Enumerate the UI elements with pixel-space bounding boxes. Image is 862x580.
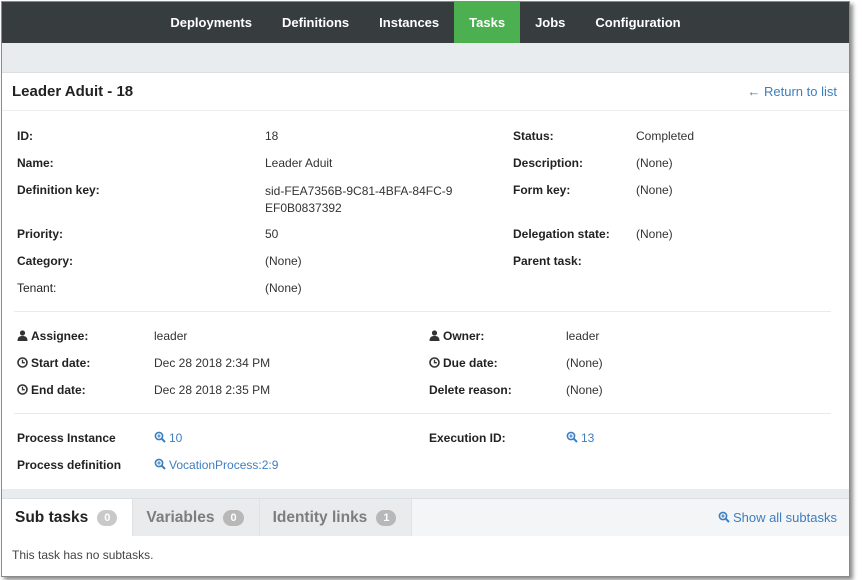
process-instance-link[interactable]: 10 <box>154 431 182 445</box>
count-badge: 0 <box>97 509 118 526</box>
priority-label: Priority: <box>17 227 64 241</box>
priority-value: 50 <box>265 227 279 241</box>
tab-identity-links[interactable]: Identity links 1 <box>259 499 413 536</box>
nav-deployments[interactable]: Deployments <box>155 2 267 43</box>
tenant-value: (None) <box>265 281 302 295</box>
delegation-state-value: (None) <box>636 227 673 241</box>
return-to-list-link[interactable]: ← Return to list <box>747 84 837 99</box>
due-date-label: Due date: <box>443 356 498 370</box>
show-all-subtasks-label: Show all subtasks <box>732 510 837 525</box>
nav-tasks[interactable]: Tasks <box>454 2 521 43</box>
assignee-value: leader <box>154 329 188 343</box>
tab-content: This task has no subtasks. <box>2 536 849 576</box>
task-details-card: Leader Aduit - 18 ← Return to list ID: 1… <box>2 72 849 489</box>
count-badge: 0 <box>223 509 244 526</box>
owner-value: leader <box>566 329 600 343</box>
clock-icon <box>17 357 28 371</box>
delete-reason-label: Delete reason: <box>429 383 512 397</box>
top-navigation: Deployments Definitions Instances Tasks … <box>2 2 849 43</box>
owner-label: Owner: <box>443 329 485 343</box>
definition-key-value: sid-FEA7356B-9C81-4BFA-84FC-9EF0B0837392 <box>265 184 453 215</box>
parent-task-label: Parent task: <box>513 254 582 268</box>
description-value: (None) <box>636 156 673 170</box>
definition-key-label: Definition key: <box>17 183 100 197</box>
zoom-icon <box>718 511 730 526</box>
tab-label: Variables <box>146 508 215 526</box>
start-date-label: Start date: <box>31 356 91 370</box>
clock-icon <box>429 357 440 371</box>
show-all-subtasks-link[interactable]: Show all subtasks <box>718 510 837 526</box>
zoom-icon <box>566 431 578 446</box>
end-date-label: End date: <box>31 383 86 397</box>
process-instance-value: 10 <box>169 431 183 445</box>
due-date-value: (None) <box>566 356 603 370</box>
delegation-state-label: Delegation state: <box>513 227 610 241</box>
execution-id-value: 13 <box>581 431 595 445</box>
process-definition-label: Process definition <box>17 458 122 472</box>
form-key-label: Form key: <box>513 183 571 197</box>
nav-instances[interactable]: Instances <box>364 2 454 43</box>
status-label: Status: <box>513 129 554 143</box>
tenant-label: Tenant: <box>17 281 57 295</box>
nav-definitions[interactable]: Definitions <box>267 2 364 43</box>
tab-variables[interactable]: Variables 0 <box>133 499 260 536</box>
nav-configuration[interactable]: Configuration <box>580 2 695 43</box>
nav-jobs[interactable]: Jobs <box>520 2 580 43</box>
id-value: 18 <box>265 129 279 143</box>
clock-icon <box>17 384 28 398</box>
tab-sub-tasks[interactable]: Sub tasks 0 <box>2 499 134 536</box>
process-instance-label: Process Instance <box>17 431 116 445</box>
section-divider <box>14 311 831 312</box>
zoom-icon <box>154 431 166 446</box>
category-label: Category: <box>17 254 74 268</box>
delete-reason-value: (None) <box>566 383 603 397</box>
user-icon <box>17 330 28 344</box>
execution-id-link[interactable]: 13 <box>566 431 594 445</box>
process-definition-link[interactable]: VocationProcess:2:9 <box>154 458 278 472</box>
tab-label: Identity links <box>272 508 368 526</box>
id-label: ID: <box>17 129 33 143</box>
name-label: Name: <box>17 156 54 170</box>
assignee-label: Assignee: <box>31 329 89 343</box>
card-header: Leader Aduit - 18 ← Return to list <box>2 73 849 111</box>
category-value: (None) <box>265 254 302 268</box>
process-definition-value: VocationProcess:2:9 <box>169 458 279 472</box>
tab-label: Sub tasks <box>15 508 89 526</box>
page-title: Leader Aduit - 18 <box>12 83 134 100</box>
subtasks-panel: Sub tasks 0 Variables 0 Identity links 1 Sh… <box>2 498 849 576</box>
user-icon <box>429 330 440 344</box>
execution-id-label: Execution ID: <box>429 431 506 445</box>
app-window: Deployments Definitions Instances Tasks … <box>1 1 850 577</box>
name-value: Leader Aduit <box>265 156 333 170</box>
form-key-value: (None) <box>636 183 673 197</box>
end-date-value: Dec 28 2018 2:35 PM <box>154 383 271 397</box>
empty-message: This task has no subtasks. <box>12 548 154 562</box>
count-badge: 1 <box>376 509 397 526</box>
section-divider <box>14 413 831 414</box>
start-date-value: Dec 28 2018 2:34 PM <box>154 356 271 370</box>
status-value: Completed <box>636 129 695 143</box>
description-label: Description: <box>513 156 584 170</box>
zoom-icon <box>154 458 166 473</box>
